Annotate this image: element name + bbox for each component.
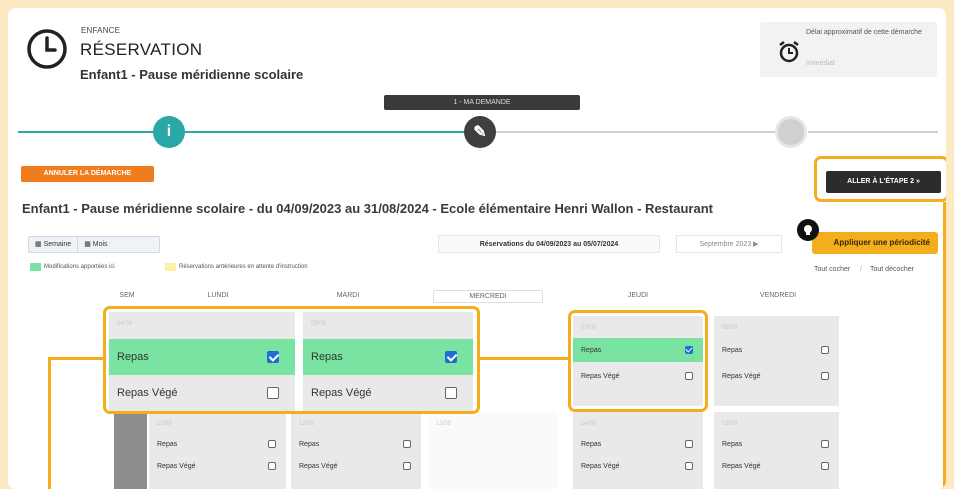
meal-checkbox[interactable] [685,440,693,448]
category-label: ENFANCE [81,26,121,35]
page-subtitle: Enfant1 - Pause méridienne scolaire [80,67,304,82]
meal-label: Repas Végé [581,462,620,470]
legend-modified-swatch [30,263,41,271]
col-sem: SEM [119,292,135,299]
delay-text: Délai approximatif de cette démarche [806,29,922,36]
page-title: RÉSERVATION [80,40,203,59]
meal-row[interactable]: Repas Végé [714,364,839,388]
reservation-heading: Enfant1 - Pause méridienne scolaire - du… [22,201,713,216]
highlight-connector-right-vertical [943,202,946,489]
day-card-thursday-2: 14/09 Repas Repas Végé [573,412,703,489]
stepper-line-4 [808,131,938,133]
meal-checkbox[interactable] [403,440,411,448]
meal-label: Repas [157,440,178,448]
meal-label: Repas Végé [157,462,196,470]
apply-period-button[interactable]: Appliquer une périodicité [812,232,938,254]
day-date: 13/09 [436,421,452,427]
meal-checkbox[interactable] [821,346,829,354]
meal-checkbox[interactable] [821,372,829,380]
meal-row[interactable]: Repas [291,432,421,456]
legend-pending-swatch [165,263,176,271]
highlight-monday-tuesday [103,306,480,414]
day-date: 08/09 [722,325,738,331]
legend-pending-label: Réservations antérieures en attente d'in… [179,264,308,270]
meal-row[interactable]: Repas Végé [149,454,286,478]
day-card-wednesday-2: 13/09 [428,412,558,489]
highlight-next-button [814,156,946,202]
delay-value: Immédiat [806,60,835,67]
highlight-connector-horizontal [480,357,568,360]
meal-label: Repas Végé [299,462,338,470]
highlight-connector-left-vertical [48,357,51,489]
step-label: 1 - MA DEMANDE [384,95,580,110]
week-view-button[interactable]: ▦ Semaine [29,237,77,252]
highlight-connector-left [48,357,103,360]
col-mardi: MARDI [336,292,360,299]
day-card-tuesday-2: 12/09 Repas Repas Végé [291,412,421,489]
day-date: 12/09 [299,421,315,427]
stepper-line-3 [496,131,776,133]
meal-label: Repas Végé [722,372,761,380]
day-card-friday-2: 15/09 Repas Repas Végé [714,412,839,489]
meal-row[interactable]: Repas Végé [714,454,839,478]
step-info-icon[interactable]: i [153,116,185,148]
lightbulb-icon [797,219,819,241]
meal-checkbox[interactable] [268,462,276,470]
day-card-monday-2: 11/09 Repas Repas Végé [149,412,286,489]
check-all-link[interactable]: Tout cocher [814,266,850,273]
meal-row[interactable]: Repas [149,432,286,456]
meal-label: Repas [722,346,743,354]
meal-checkbox[interactable] [821,462,829,470]
month-nav[interactable]: Septembre 2023 ▶ [676,235,782,253]
meal-label: Repas [299,440,320,448]
page-card: ENFANCE RÉSERVATION Enfant1 - Pause méri… [8,8,946,489]
view-toggle: ▦ Semaine ▦ Mois [28,236,160,253]
meal-checkbox[interactable] [685,462,693,470]
alarm-clock-icon [779,41,799,63]
day-date: 11/09 [157,421,172,427]
uncheck-all-link[interactable]: Tout décocher [870,266,914,273]
col-lundi: LUNDI [207,292,229,299]
col-jeudi: JEUDI [627,292,649,299]
meal-checkbox[interactable] [821,440,829,448]
day-date: 15/09 [722,421,738,427]
month-view-button[interactable]: ▦ Mois [77,237,113,252]
legend-modified-label: Modifications apportées ici [44,264,115,270]
clock-icon [27,29,67,69]
reservation-range: Réservations du 04/09/2023 au 05/07/2024 [438,235,660,253]
meal-label: Repas [581,440,602,448]
meal-row[interactable]: Repas Végé [291,454,421,478]
col-mercredi: MERCREDI [433,290,543,303]
stepper-line-2 [183,131,465,133]
meal-label: Repas [722,440,743,448]
cancel-button[interactable]: ANNULER LA DÉMARCHE [21,166,154,182]
select-separator: / [860,266,862,273]
meal-row[interactable]: Repas [714,338,839,362]
meal-checkbox[interactable] [403,462,411,470]
week-number-cell [114,412,147,489]
day-card-friday: 08/09 Repas Repas Végé [714,316,839,406]
step-pencil-icon[interactable]: ✎ [464,116,496,148]
meal-checkbox[interactable] [268,440,276,448]
stepper-line-1 [18,131,156,133]
col-vendredi: VENDREDI [759,292,797,299]
meal-label: Repas Végé [722,462,761,470]
day-date: 14/09 [581,421,597,427]
step-empty-icon [775,116,807,148]
meal-row[interactable]: Repas [714,432,839,456]
meal-row[interactable]: Repas Végé [573,454,703,478]
meal-row[interactable]: Repas [573,432,703,456]
highlight-thursday [568,310,708,412]
